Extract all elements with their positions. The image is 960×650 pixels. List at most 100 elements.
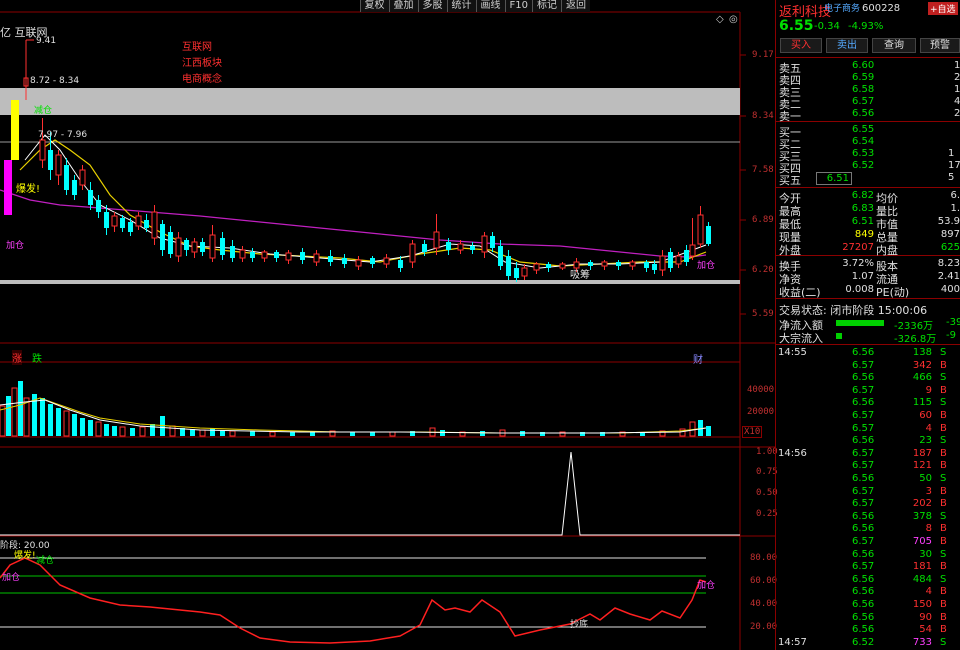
- vol-tick: 20000: [747, 407, 775, 417]
- tick-volume: 378: [912, 510, 932, 522]
- settings-icon[interactable]: ◎: [729, 14, 738, 25]
- candle-body: [409, 243, 416, 263]
- volume-bar: [72, 414, 77, 436]
- candle-body: [446, 242, 451, 250]
- tick-volume: 202: [912, 498, 932, 510]
- bid-volume: 1: [948, 148, 955, 159]
- vol-tick: 40000: [747, 385, 775, 395]
- concept-jiangxi[interactable]: 江西板块: [182, 54, 222, 69]
- tick-volume: 705: [912, 536, 932, 547]
- candle-body: [184, 240, 189, 250]
- tick-side: B: [940, 523, 947, 535]
- bid-price: 6.54: [852, 136, 875, 147]
- tick-volume: 115: [912, 397, 932, 409]
- stock-sector[interactable]: 电子商务: [824, 1, 860, 14]
- volume-bar: [199, 429, 206, 437]
- candle-body: [498, 246, 503, 266]
- toolbar-overlay-button[interactable]: 叠加: [388, 0, 418, 12]
- buy-button[interactable]: 买入: [780, 38, 822, 53]
- candle-body: [533, 263, 540, 271]
- volume-bar: [80, 418, 85, 436]
- candle-body: [652, 264, 657, 270]
- candle-body: [684, 250, 689, 262]
- volume-bar: [210, 428, 215, 436]
- flow-label: 大宗流入: [779, 332, 823, 345]
- tick-side: B: [940, 624, 947, 636]
- diamond-icon[interactable]: ◇: [716, 14, 724, 25]
- price-tick: 6.89: [752, 215, 774, 225]
- query-button[interactable]: 查询: [872, 38, 916, 53]
- ask-price: 6.60: [852, 60, 875, 71]
- tick-volume: 342: [912, 359, 932, 371]
- toolbar-fuquan-button[interactable]: 复权: [359, 0, 389, 12]
- tick-price: 6.56: [852, 473, 875, 484]
- ind2-tick: 40.00: [750, 599, 778, 609]
- tick-side: B: [940, 561, 947, 573]
- ask-level-label: 卖一: [779, 110, 801, 123]
- volume-bar: [440, 430, 445, 436]
- tick-price: 6.57: [852, 410, 875, 421]
- volume-bar: [88, 420, 93, 436]
- tick-side: B: [940, 422, 947, 434]
- ind2-tick: 60.00: [750, 576, 778, 586]
- chart-area[interactable]: 复权 叠加 多股 统计 画线 F10 标记 返回 ◇ ◎ 亿 互联网 互联网 江…: [0, 0, 778, 650]
- volume-bar: [139, 426, 146, 437]
- stock-code: 600228: [862, 3, 901, 14]
- tick-side: B: [940, 498, 947, 510]
- tick-volume: 9: [925, 384, 932, 396]
- price-tick: 7.58: [752, 165, 774, 175]
- annotation-mid: 减仓: [34, 106, 53, 116]
- tick-price: 6.57: [852, 460, 875, 472]
- tick-price: 6.57: [852, 447, 875, 459]
- tick-side: S: [940, 347, 947, 358]
- toolbar-f10-button[interactable]: F10: [504, 0, 532, 12]
- ask-price: 6.59: [852, 72, 875, 83]
- volume-bar: [480, 431, 485, 436]
- toolbar-draw-button[interactable]: 画线: [475, 0, 505, 12]
- toolbar-stats-button[interactable]: 统计: [446, 0, 476, 12]
- stat-value: 1.07: [851, 271, 874, 282]
- concept-internet[interactable]: 互联网: [182, 38, 212, 53]
- concept-ecommerce[interactable]: 电商概念: [182, 70, 222, 85]
- candle-body: [706, 226, 711, 244]
- bid-volume: 5: [948, 172, 955, 183]
- annotation-add: 加仓: [6, 241, 25, 251]
- tick-volume: 8: [925, 523, 932, 535]
- tick-time: 14:55: [778, 347, 807, 358]
- toolbar-multistock-button[interactable]: 多股: [417, 0, 447, 12]
- tick-side: B: [940, 460, 947, 472]
- ask-volume: 2: [954, 72, 960, 83]
- tick-volume: 54: [919, 624, 932, 636]
- volume-bar: [169, 425, 176, 437]
- candle-body: [72, 180, 77, 195]
- add-watch-button[interactable]: +自选: [928, 2, 958, 15]
- ask-volume: 1: [954, 84, 960, 95]
- toolbar-back-button[interactable]: 返回: [561, 0, 590, 12]
- tick-side: B: [940, 586, 947, 598]
- tick-volume: 181: [912, 561, 932, 573]
- tick-volume: 4: [925, 422, 932, 434]
- candle-body: [300, 252, 305, 260]
- stat-value: 849: [854, 229, 874, 240]
- price-tick: 5.59: [752, 309, 774, 319]
- bid-level-label: 买五: [779, 174, 801, 187]
- ask-volume: 4: [954, 96, 960, 107]
- ask-price: 6.56: [852, 108, 875, 119]
- tick-price: 6.57: [852, 485, 875, 497]
- volume-bar: [520, 431, 525, 436]
- tick-side: S: [940, 435, 947, 447]
- sell-button[interactable]: 卖出: [826, 38, 868, 53]
- price-tick: 8.34: [752, 111, 774, 121]
- volume-bar: [0, 405, 6, 437]
- ind2-add-right: 加仓: [697, 581, 716, 591]
- volume-bar: [63, 410, 70, 437]
- tick-price: 6.56: [852, 599, 875, 610]
- tick-side: S: [940, 510, 947, 522]
- candle-body: [285, 252, 292, 261]
- candle-body: [88, 190, 93, 205]
- toolbar-mark-button[interactable]: 标记: [532, 0, 561, 12]
- price-chart[interactable]: [0, 0, 775, 650]
- candle-body: [220, 238, 225, 255]
- candle-body: [675, 255, 682, 265]
- alert-button[interactable]: 预警: [920, 38, 960, 53]
